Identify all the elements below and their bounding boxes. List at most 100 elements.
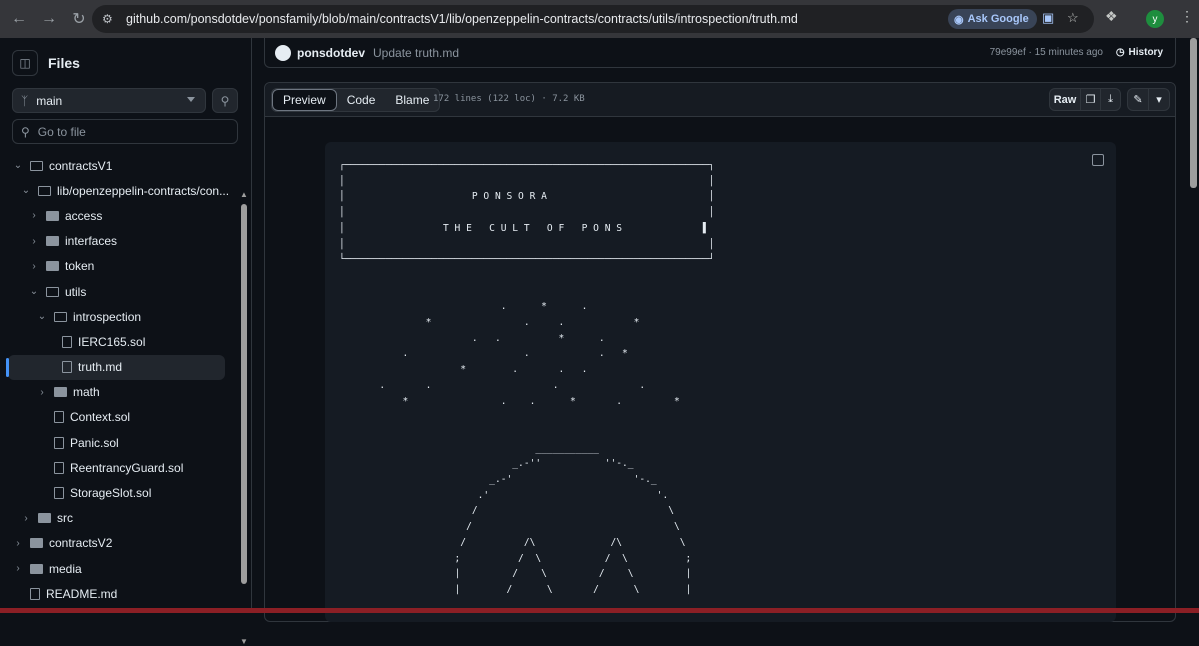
commit-author[interactable]: ponsdotdev xyxy=(297,46,365,60)
author-avatar[interactable] xyxy=(275,44,291,61)
chevron-down-icon: ⌄ xyxy=(13,160,23,172)
scrollbar-thumb[interactable] xyxy=(241,204,247,584)
content-line: │ │ xyxy=(339,175,715,187)
search-icon: ⚲ xyxy=(21,124,30,139)
goto-file-input[interactable]: ⚲ Go to file xyxy=(12,119,238,144)
commit-message[interactable]: Update truth.md xyxy=(373,46,459,60)
commit-meta[interactable]: 79e99ef · 15 minutes ago xyxy=(990,47,1103,58)
file-icon xyxy=(54,436,64,449)
content-line: / /\ /\ \ xyxy=(339,536,686,548)
branch-icon: ᛉ xyxy=(21,93,29,108)
collapse-sidebar-icon[interactable]: ◫ xyxy=(12,50,38,76)
branch-selector[interactable]: ᛉ main xyxy=(12,88,206,113)
latest-commit-bar: ponsdotdev Update truth.md 79e99ef · 15 … xyxy=(264,38,1176,68)
file-icon xyxy=(54,411,64,424)
copy-raw-icon[interactable]: ❐ xyxy=(1080,88,1101,111)
tab-preview[interactable]: Preview xyxy=(272,89,337,111)
tree-folder-item[interactable]: › media xyxy=(0,556,238,581)
content-line: . . . . xyxy=(339,379,646,391)
tree-file-item[interactable]: Panic.sol xyxy=(0,430,238,455)
folder-icon xyxy=(46,210,59,221)
tree-folder-item[interactable]: › interfaces xyxy=(0,229,238,254)
scroll-up-icon[interactable]: ▲ xyxy=(240,190,248,199)
history-button[interactable]: ◷ History xyxy=(1116,47,1163,58)
content-line: . . . * xyxy=(339,348,628,360)
address-bar[interactable]: ⚙ github.com/ponsdotdev/ponsfamily/blob/… xyxy=(92,5,1094,33)
back-arrow-icon[interactable]: ← xyxy=(6,6,32,32)
tree-file-item[interactable]: README.md xyxy=(0,581,238,606)
tree-file-item[interactable]: Context.sol xyxy=(0,405,238,430)
tab-code[interactable]: Code xyxy=(337,89,386,111)
site-info-icon[interactable]: ⚙ xyxy=(102,12,118,26)
tree-folder-item[interactable]: › contractsV2 xyxy=(0,531,238,556)
tree-file-item[interactable]: truth.md xyxy=(6,354,225,380)
file-icon xyxy=(30,587,40,600)
scroll-down-icon[interactable]: ▼ xyxy=(240,637,248,646)
tree-file-item[interactable]: StorageSlot.sol xyxy=(0,480,238,505)
tree-folder-item[interactable]: ⌄ utils xyxy=(0,279,238,304)
lens-icon: ◉ xyxy=(954,13,964,26)
search-icon[interactable]: ⚲ xyxy=(212,88,238,113)
tree-file-item[interactable]: ReentrancyGuard.sol xyxy=(0,455,238,480)
chevron-right-icon: › xyxy=(32,260,36,272)
install-app-icon[interactable]: ▣ xyxy=(1042,10,1054,26)
profile-avatar[interactable]: y xyxy=(1146,10,1164,28)
folder-open-icon xyxy=(38,185,51,196)
file-tree: ⌄ contractsV1 ⌄ lib/openzeppelin-contracts/… xyxy=(0,153,238,606)
chevron-down-icon: ⌄ xyxy=(29,286,39,298)
tree-item-label: StorageSlot.sol xyxy=(70,486,152,501)
content-line xyxy=(339,268,714,284)
content-line: / \ xyxy=(339,505,675,517)
url-text[interactable]: github.com/ponsdotdev/ponsfamily/blob/ma… xyxy=(126,12,798,26)
tab-blame[interactable]: Blame xyxy=(385,89,439,111)
tree-file-item[interactable]: IERC165.sol xyxy=(0,329,238,354)
tree-folder-item[interactable]: ⌄ contractsV1 xyxy=(0,153,238,178)
tree-folder-item[interactable]: › math xyxy=(0,380,238,405)
content-line: | / \ / \ | xyxy=(339,583,692,595)
files-header: ◫ Files xyxy=(12,50,80,76)
tree-folder-item[interactable]: ⌄ introspection xyxy=(0,304,238,329)
chevron-right-icon: › xyxy=(24,512,28,524)
tree-item-label: media xyxy=(49,561,82,576)
edit-pencil-icon[interactable]: ✎ xyxy=(1127,88,1149,111)
content-line: . . * . xyxy=(339,332,605,344)
content-line: │ │ xyxy=(339,238,715,250)
forward-arrow-icon[interactable]: → xyxy=(36,6,62,32)
tree-item-label: truth.md xyxy=(78,360,123,375)
folder-icon xyxy=(46,236,59,247)
folder-icon xyxy=(30,563,43,574)
file-icon xyxy=(62,361,72,374)
download-icon[interactable]: ⤓ xyxy=(1100,88,1121,111)
file-icon xyxy=(54,461,64,474)
copy-icon[interactable] xyxy=(1092,154,1104,166)
content-line: | / \ / \ | xyxy=(339,568,692,580)
file-icon xyxy=(54,487,64,500)
page-scrollbar-thumb[interactable] xyxy=(1190,38,1197,188)
content-line xyxy=(339,425,714,441)
edit-dropdown-chevron-icon[interactable]: ▾ xyxy=(1148,88,1170,111)
raw-button[interactable]: Raw xyxy=(1049,88,1081,111)
reload-icon[interactable]: ↻ xyxy=(66,6,92,32)
folder-open-icon xyxy=(46,286,59,297)
goto-placeholder: Go to file xyxy=(37,124,86,139)
tree-folder-item[interactable]: › src xyxy=(0,506,238,531)
sidebar-scrollbar[interactable]: ▲ ▼ xyxy=(238,190,250,646)
folder-open-icon xyxy=(54,311,67,322)
tree-folder-item[interactable]: › token xyxy=(0,254,238,279)
page-scrollbar[interactable] xyxy=(1188,38,1199,613)
chevron-right-icon: › xyxy=(16,537,20,549)
tree-item-label: src xyxy=(57,511,73,526)
markdown-preview: ┌───────────────────────────────────────… xyxy=(325,142,1116,622)
extensions-icon[interactable]: ❖ xyxy=(1105,8,1118,25)
chevron-down-icon: ⌄ xyxy=(21,185,31,197)
files-title: Files xyxy=(48,55,80,71)
file-icon xyxy=(62,335,72,348)
tree-item-label: README.md xyxy=(46,586,118,601)
bookmark-star-icon[interactable]: ☆ xyxy=(1067,10,1079,26)
menu-kebab-icon[interactable]: ⋮ xyxy=(1180,8,1194,25)
content-line: / \ xyxy=(339,521,680,533)
ask-google-button[interactable]: ◉ Ask Google xyxy=(948,9,1037,29)
tree-folder-item[interactable]: ⌄ lib/openzeppelin-contracts/con... xyxy=(0,178,238,203)
tree-folder-item[interactable]: › access xyxy=(0,203,238,228)
content-line: │ │ xyxy=(339,207,715,219)
